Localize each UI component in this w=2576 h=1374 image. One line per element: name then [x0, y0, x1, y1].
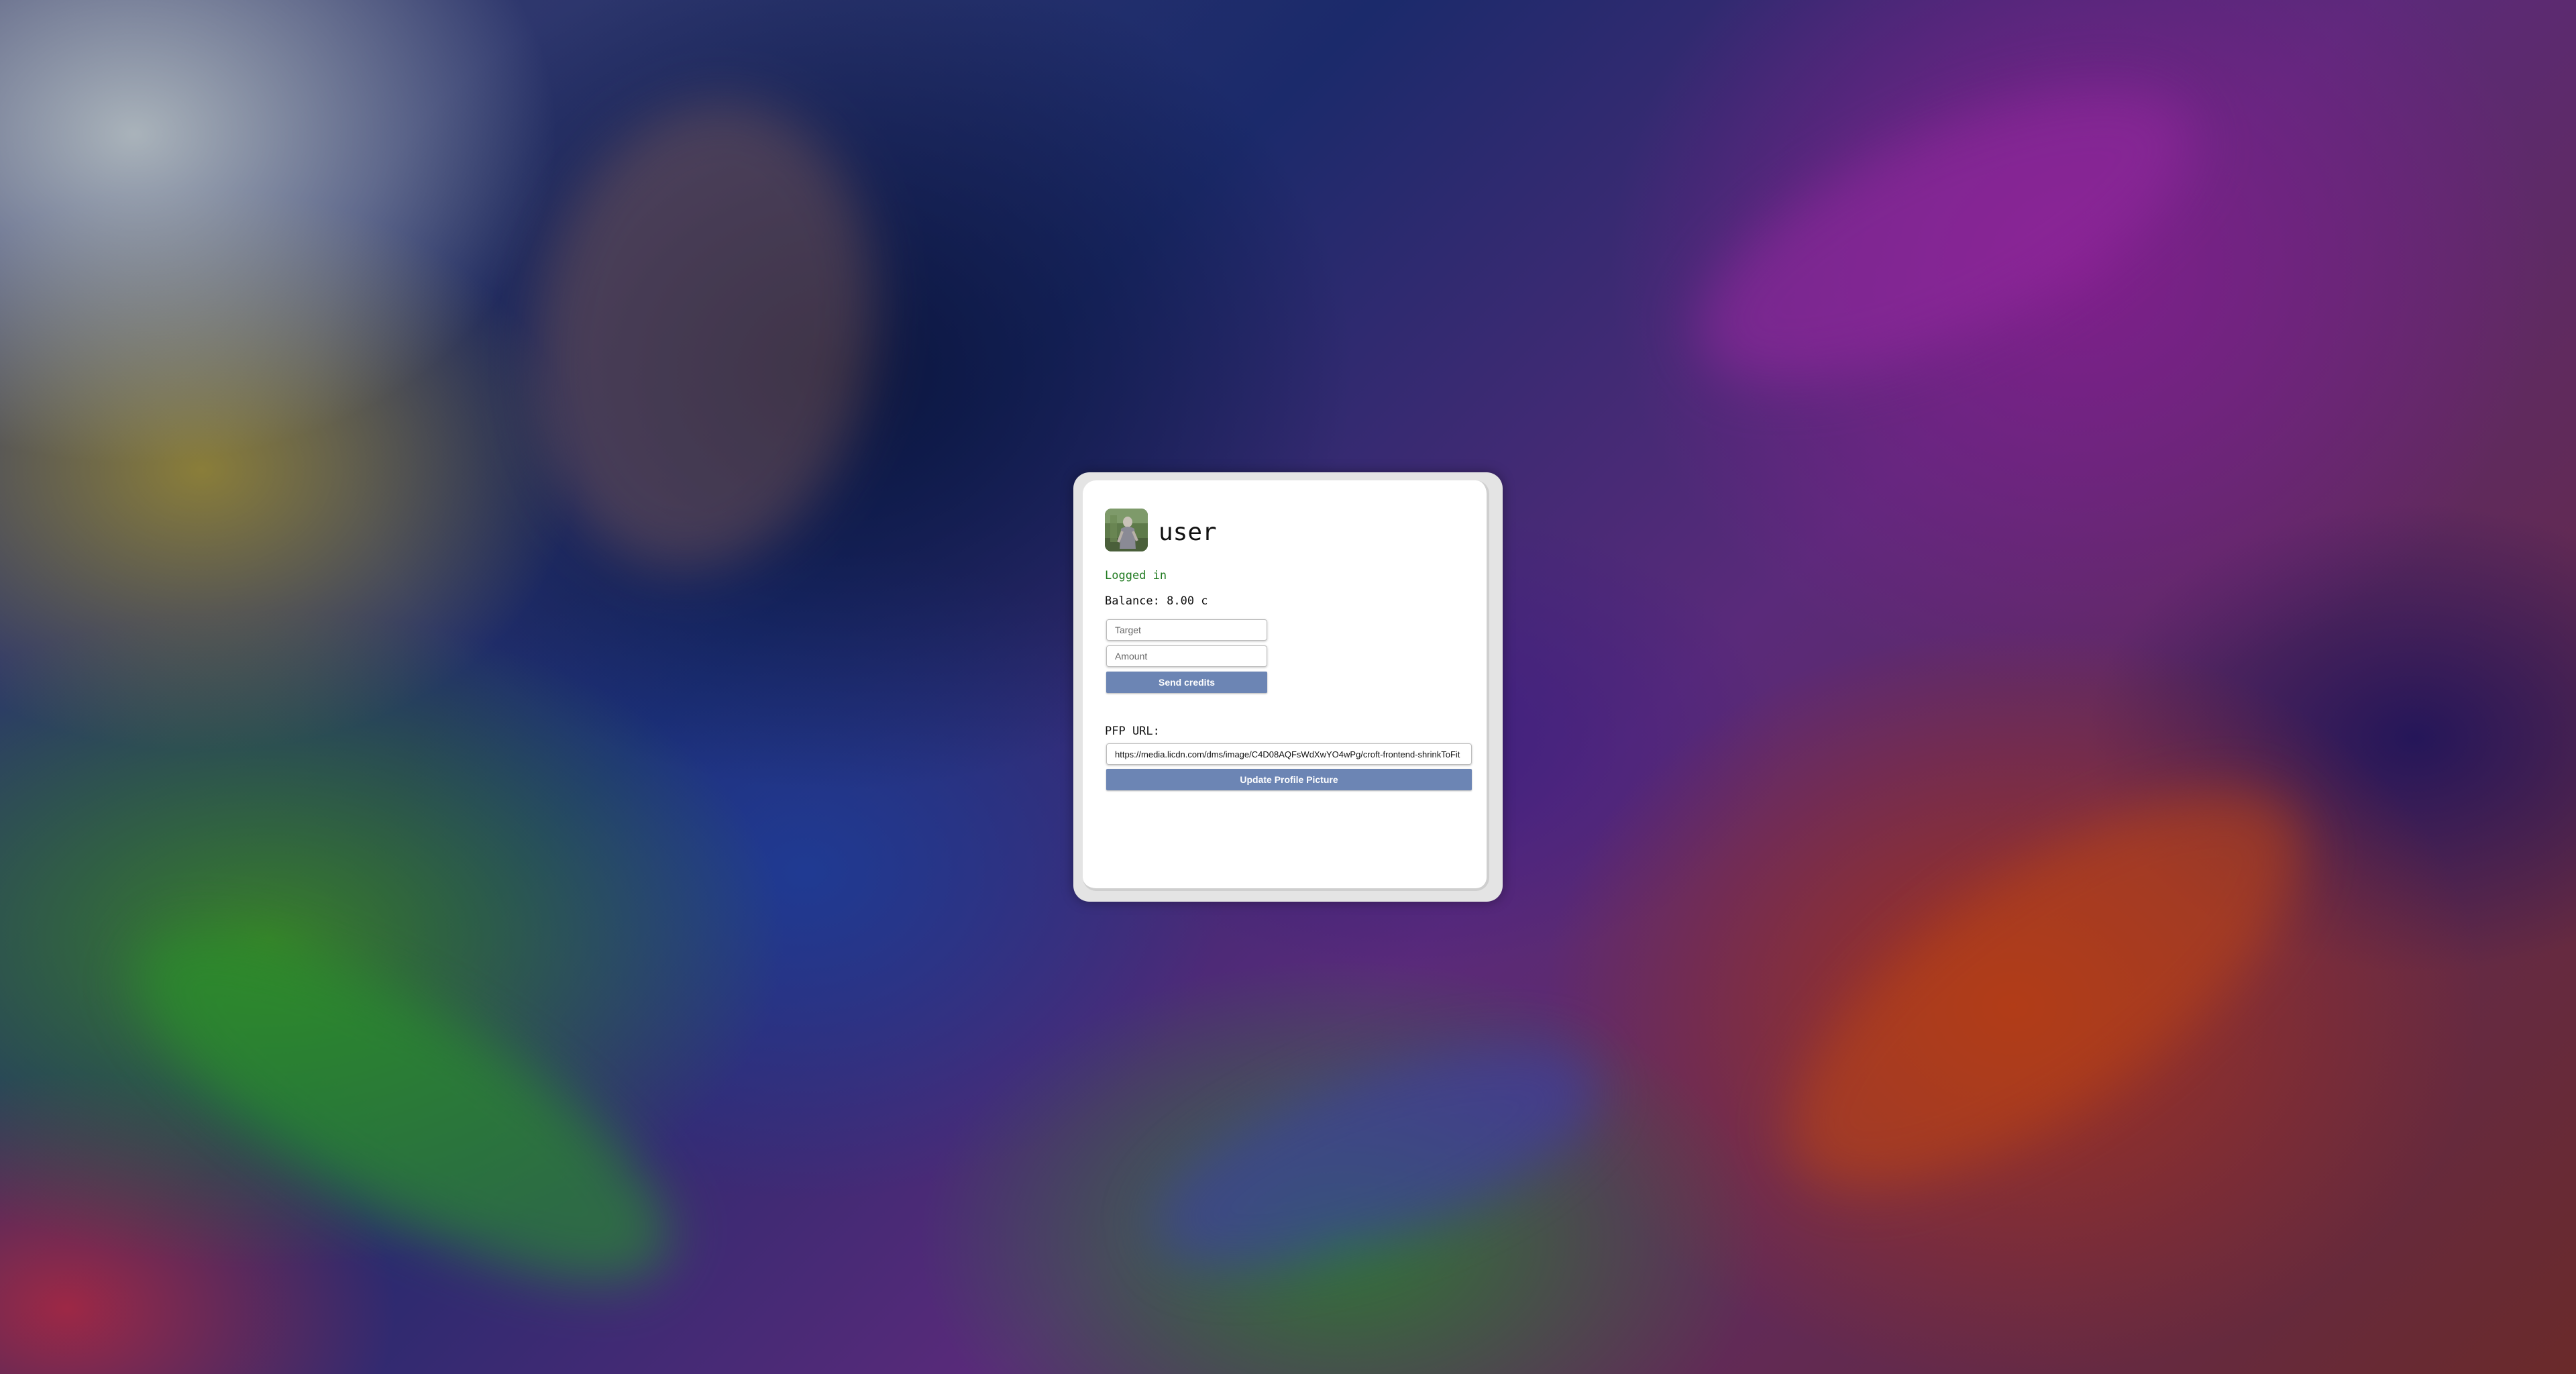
profile-card-content: user Logged in Balance: 8.00 c Send cred… [1083, 480, 1489, 891]
pfp-url-input[interactable] [1106, 743, 1472, 765]
avatar-image [1105, 509, 1148, 551]
send-credits-button[interactable]: Send credits [1106, 672, 1267, 693]
profile-card: user Logged in Balance: 8.00 c Send cred… [1073, 472, 1503, 902]
avatar [1105, 509, 1148, 551]
update-profile-picture-button[interactable]: Update Profile Picture [1106, 769, 1472, 790]
balance-display: Balance: 8.00 c [1105, 594, 1208, 608]
login-status: Logged in [1105, 569, 1167, 582]
pfp-url-label: PFP URL: [1105, 725, 1160, 738]
profile-header: user [1105, 509, 1217, 551]
username: user [1159, 518, 1217, 546]
amount-input[interactable] [1106, 645, 1267, 667]
target-input[interactable] [1106, 619, 1267, 641]
